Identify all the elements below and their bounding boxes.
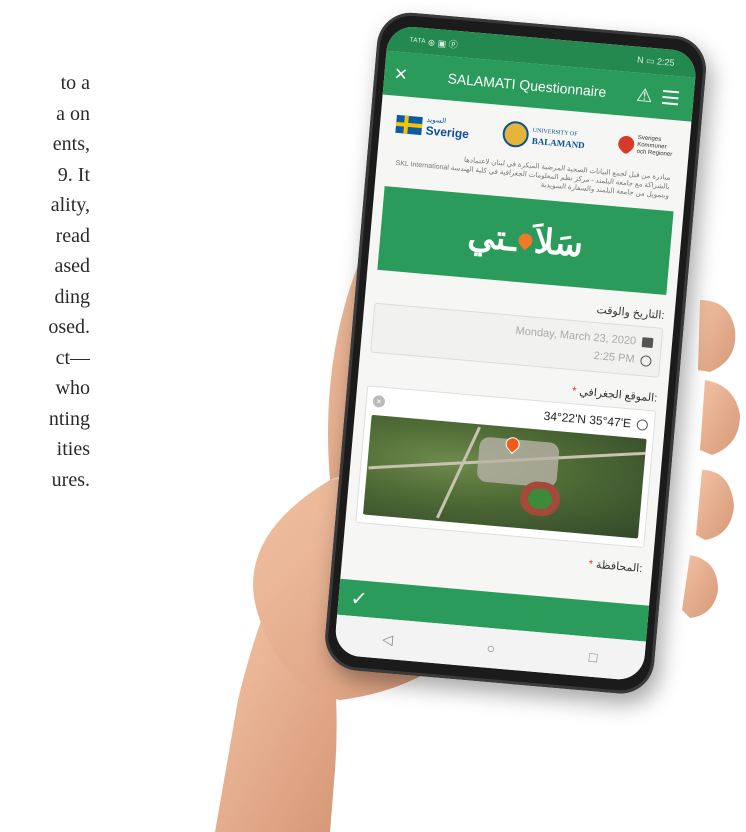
home-icon[interactable]: ○ bbox=[486, 640, 496, 657]
map-pin-icon bbox=[515, 230, 536, 251]
recents-icon[interactable]: □ bbox=[588, 649, 598, 666]
menu-icon[interactable] bbox=[657, 89, 684, 106]
banner-text-right: سَلاَ bbox=[532, 222, 585, 265]
smartphone: ᵀᴬᵀᴬ ⊛ ▣ ⓟ N ▭ 2:25 × SALAMATI Questionn… bbox=[322, 10, 709, 697]
location-label-text: الموقع الجغرافي: bbox=[578, 385, 658, 405]
balamand-seal-icon bbox=[501, 120, 530, 149]
skr-logo: Sveriges Kommuner och Regioner bbox=[614, 132, 674, 159]
sweden-logo: السويد Sverige bbox=[395, 113, 470, 141]
locate-icon[interactable] bbox=[636, 418, 649, 431]
status-icons-left: ᵀᴬᵀᴬ ⊛ ▣ ⓟ bbox=[409, 35, 459, 50]
required-marker: * bbox=[571, 385, 577, 398]
stadium-track bbox=[518, 480, 562, 518]
sweden-logo-text: Sverige bbox=[425, 123, 470, 142]
skr-heart-icon bbox=[614, 132, 638, 156]
calendar-icon[interactable] bbox=[641, 337, 654, 349]
salamati-banner: ـتي سَلاَ bbox=[377, 186, 674, 296]
required-marker: * bbox=[588, 558, 594, 571]
governorate-label-text: المحافظة: bbox=[595, 558, 643, 575]
warning-icon[interactable]: ⚠ bbox=[631, 84, 659, 107]
check-icon[interactable]: ✓ bbox=[350, 585, 369, 611]
close-icon[interactable]: × bbox=[393, 61, 423, 89]
questionnaire-form: السويد Sverige UNIVERSITY OF BALAMAND Sv… bbox=[341, 95, 692, 602]
app-title: SALAMATI Questionnaire bbox=[446, 70, 608, 101]
phone-screen: ᵀᴬᵀᴬ ⊛ ▣ ⓟ N ▭ 2:25 × SALAMATI Questionn… bbox=[333, 24, 698, 682]
back-icon[interactable]: ◁ bbox=[382, 630, 394, 648]
time-value: 2:25 PM bbox=[593, 349, 636, 366]
coordinates-value: 34°22'N 35°47'E bbox=[543, 408, 632, 431]
balamand-logo: UNIVERSITY OF BALAMAND bbox=[501, 120, 586, 153]
skr-logo-text: Sveriges Kommuner och Regioner bbox=[636, 134, 673, 158]
clear-location-icon[interactable]: × bbox=[372, 394, 386, 408]
banner-text-left: ـتي bbox=[466, 216, 519, 259]
status-icons-right: N ▭ 2:25 bbox=[636, 54, 675, 68]
satellite-map[interactable] bbox=[362, 414, 647, 539]
clock-icon[interactable] bbox=[640, 354, 652, 367]
location-card: × 34°22'N 35°47'E bbox=[355, 385, 657, 549]
sweden-flag-icon bbox=[395, 114, 423, 136]
